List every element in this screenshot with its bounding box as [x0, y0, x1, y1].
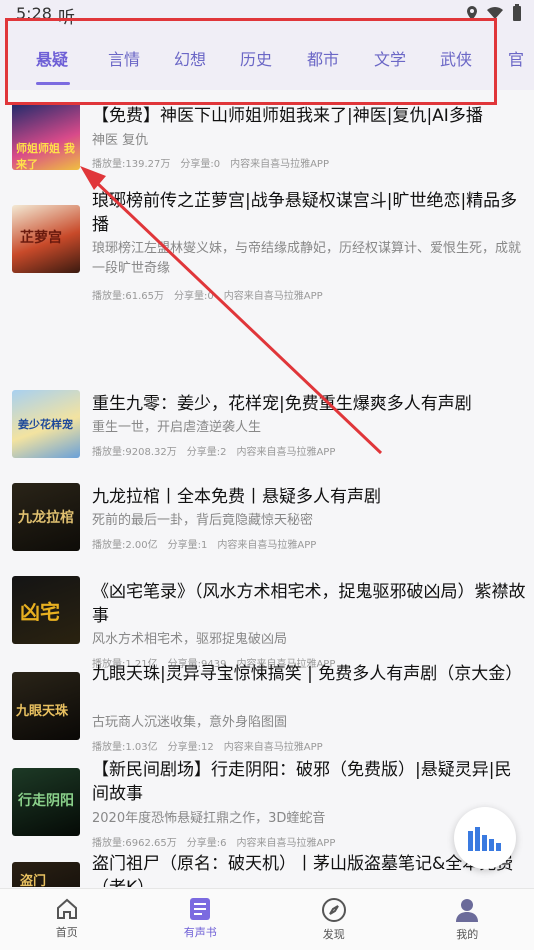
play-count: 播放量:6962.65万 — [92, 838, 177, 849]
tab-fantasy[interactable]: 幻想 — [174, 46, 206, 70]
bottom-navigation: 首页 有声书 发现 我的 — [0, 888, 534, 950]
item-meta: 播放量:1.03亿 分享量:12 内容来自喜马拉雅APP — [92, 738, 526, 753]
item-title[interactable]: 琅琊榜前传之芷萝宫|战争悬疑权谋宫斗|旷世绝恋|精品多播 — [92, 189, 526, 237]
cover-text: 九眼天珠 — [16, 704, 69, 719]
source-label: 内容来自喜马拉雅APP — [236, 838, 336, 849]
audio-player-button[interactable] — [454, 807, 516, 869]
cover-image[interactable]: 凶宅 — [12, 576, 80, 644]
share-count: 分享量:6 — [186, 838, 227, 849]
item-title[interactable]: 【新民间剧场】行走阴阳：破邪（免费版）|悬疑灵异|民间故事 — [92, 758, 526, 806]
source-label: 内容来自喜马拉雅APP — [236, 447, 336, 458]
category-tabs: 悬疑 言情 幻想 历史 都市 文学 武侠 官 — [0, 30, 534, 90]
compass-icon — [321, 898, 346, 922]
item-meta: 播放量:61.65万 分享量:0 内容来自喜马拉雅APP — [92, 287, 526, 302]
cover-image[interactable]: 姜少花样宠 — [12, 390, 80, 458]
share-count: 分享量:0 — [180, 159, 221, 170]
play-count: 播放量:139.27万 — [92, 159, 171, 170]
tab-history[interactable]: 历史 — [240, 46, 272, 70]
item-desc: 琅琊榜江左盟林燮义妹，与帝结缘成静妃，历经权谋算计、爱恨生死，成就一段旷世奇缘 — [92, 241, 522, 276]
item-meta: 播放量:9208.32万 分享量:2 内容来自喜马拉雅APP — [92, 443, 526, 458]
cover-text: 盗门 — [20, 874, 47, 887]
item-title[interactable]: 九龙拉棺丨全本免费丨悬疑多人有声剧 — [92, 485, 526, 509]
cover-text: 师姐师姐 我来了 — [16, 142, 75, 170]
nav-home[interactable]: 首页 — [0, 889, 134, 950]
active-tab-indicator — [36, 82, 70, 85]
play-count: 播放量:2.00亿 — [92, 540, 158, 551]
play-count: 播放量:61.65万 — [92, 291, 164, 302]
share-count: 分享量:12 — [167, 742, 214, 753]
nav-label: 首页 — [55, 926, 78, 939]
share-count: 分享量:0 — [174, 291, 214, 302]
battery-icon — [513, 4, 521, 21]
tab-romance[interactable]: 言情 — [108, 46, 140, 70]
item-desc: 风水方术相宅术，驱邪捉鬼破凶局 — [92, 632, 288, 647]
share-count: 分享量:1 — [167, 540, 208, 551]
item-desc: 死前的最后一卦，背后竟隐藏惊天秘密 — [92, 513, 314, 528]
cover-text: 姜少花样宠 — [18, 418, 73, 431]
user-icon — [456, 899, 479, 922]
item-desc: 重生一世，开启虐渣逆袭人生 — [92, 420, 262, 435]
nav-audiobooks[interactable]: 有声书 — [134, 889, 268, 950]
item-title[interactable]: 重生九零：姜少，花样宠|免费重生爆爽多人有声剧 — [92, 392, 526, 416]
cover-image[interactable]: 行走阴阳 — [12, 768, 80, 836]
wifi-icon — [487, 6, 503, 19]
source-label: 内容来自喜马拉雅APP — [223, 742, 323, 753]
item-title[interactable]: 九眼天珠|灵异寻宝惊悚搞笑 | 免费多人有声剧（京大金） — [92, 662, 526, 686]
nav-discover[interactable]: 发现 — [267, 889, 401, 950]
play-count: 播放量:9208.32万 — [92, 447, 177, 458]
nav-label: 有声书 — [183, 926, 217, 939]
nav-label: 我的 — [456, 928, 479, 941]
cover-image[interactable]: 芷萝宫 — [12, 205, 80, 273]
item-desc: 古玩商人沉迷收集，意外身陷图圄 — [92, 715, 288, 730]
audiobook-list[interactable]: 师姐师姐 我来了 【免费】神医下山师姐师姐我来了|神医|复仇|AI多播 神医 复… — [0, 92, 534, 887]
cover-image[interactable]: 九眼天珠 — [12, 672, 80, 740]
cover-image[interactable]: 九龙拉棺 — [12, 483, 80, 551]
play-count: 播放量:1.03亿 — [92, 742, 158, 753]
status-carrier: 听 — [58, 8, 75, 28]
tab-literature[interactable]: 文学 — [374, 46, 406, 70]
status-bar: 5:28 听 — [0, 0, 534, 30]
source-label: 内容来自喜马拉雅APP — [223, 291, 323, 302]
tab-wuxia[interactable]: 武侠 — [440, 46, 472, 70]
tab-official[interactable]: 官 — [508, 46, 524, 70]
status-time: 5:28 — [16, 4, 52, 23]
item-meta: 播放量:139.27万 分享量:0 内容来自喜马拉雅APP — [92, 155, 526, 170]
item-meta: 播放量:2.00亿 分享量:1 内容来自喜马拉雅APP — [92, 536, 526, 551]
tab-mystery[interactable]: 悬疑 — [36, 46, 68, 70]
item-title[interactable]: 《凶宅笔录》（风水方术相宅术，捉鬼驱邪破凶局）紫襟故事 — [92, 580, 526, 628]
source-label: 内容来自喜马拉雅APP — [217, 540, 317, 551]
nav-profile[interactable]: 我的 — [401, 889, 534, 950]
cover-text: 芷萝宫 — [20, 230, 62, 246]
source-label: 内容来自喜马拉雅APP — [230, 159, 329, 170]
location-icon — [467, 6, 477, 20]
nav-label: 发现 — [322, 928, 345, 941]
book-icon — [190, 898, 211, 920]
cover-text: 行走阴阳 — [18, 793, 74, 809]
cover-text: 九龙拉棺 — [18, 510, 74, 526]
home-icon — [56, 898, 77, 919]
audio-bars-icon — [468, 827, 501, 851]
tab-urban[interactable]: 都市 — [307, 46, 339, 70]
item-title[interactable]: 【免费】神医下山师姐师姐我来了|神医|复仇|AI多播 — [92, 104, 526, 128]
cover-image[interactable]: 师姐师姐 我来了 — [12, 102, 80, 170]
item-desc: 神医 复仇 — [92, 133, 149, 148]
share-count: 分享量:2 — [186, 447, 227, 458]
cover-text: 凶宅 — [20, 600, 60, 624]
cover-image[interactable]: 盗门 — [12, 862, 80, 887]
